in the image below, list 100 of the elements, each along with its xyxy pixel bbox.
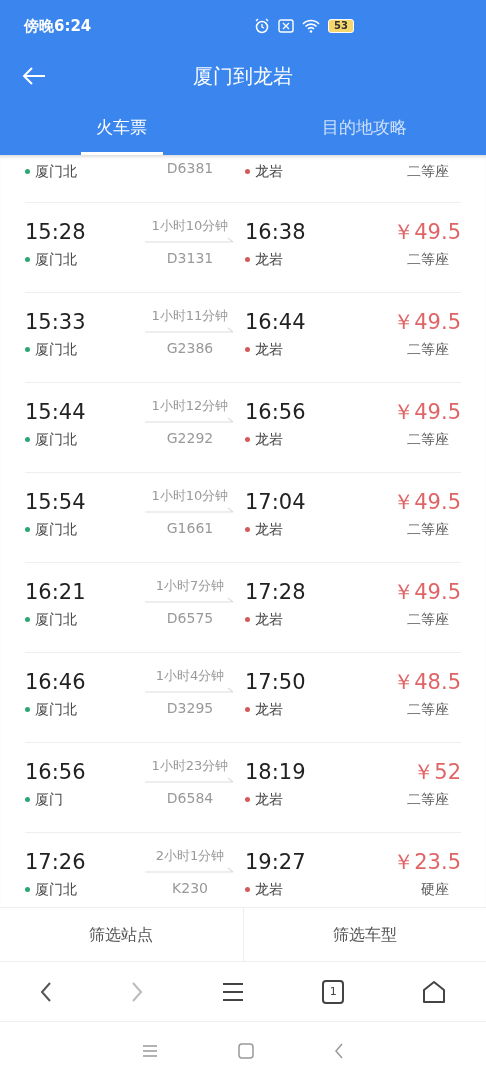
arrow-icon xyxy=(145,687,235,695)
ticket-price: ￥49.5 xyxy=(392,309,461,336)
train-number: D3131 xyxy=(165,249,215,267)
back-arrow-icon[interactable] xyxy=(22,66,46,86)
arrival-time: 17:04 xyxy=(245,489,307,516)
seat-class: 二等座 xyxy=(406,340,450,359)
home-square-icon[interactable] xyxy=(238,1043,254,1059)
arrival-station: 龙岩 xyxy=(255,340,283,359)
arrival-time: 16:56 xyxy=(245,399,307,426)
departure-station: 厦门北 xyxy=(35,340,77,359)
ticket-price: ￥49.5 xyxy=(392,399,461,426)
arrival-station: 龙岩 xyxy=(255,610,283,629)
train-row[interactable]: 厦门北 D6381 龙岩 二等座 xyxy=(25,155,461,203)
seat-class: 二等座 xyxy=(406,790,450,809)
train-number: D6584 xyxy=(165,789,215,807)
arrival-station: 龙岩 xyxy=(255,520,283,539)
arrow-icon xyxy=(145,777,235,785)
departure-station: 厦门北 xyxy=(35,880,77,899)
train-number: D6381 xyxy=(165,159,215,177)
arrow-icon xyxy=(145,417,235,425)
train-row[interactable]: 15:33 厦门北 1小时11分钟 G2386 16:44 龙岩 ￥49.5 二等座 xyxy=(25,293,461,383)
train-number: D3295 xyxy=(165,699,215,717)
train-row[interactable]: 16:21 厦门北 1小时7分钟 D6575 17:28 龙岩 ￥49.5 二等座 xyxy=(25,563,461,653)
seat-class: 二等座 xyxy=(406,430,450,449)
arrival-station: 龙岩 xyxy=(255,250,283,269)
departure-time: 16:46 xyxy=(25,669,87,696)
duration: 1小时4分钟 xyxy=(154,667,226,685)
arrow-icon xyxy=(145,867,235,875)
duration: 1小时23分钟 xyxy=(150,757,230,775)
arrow-icon xyxy=(145,597,235,605)
departure-time: 15:54 xyxy=(25,489,87,516)
seat-class: 二等座 xyxy=(406,700,450,719)
departure-station: 厦门北 xyxy=(35,162,77,181)
arrival-time: 18:19 xyxy=(245,759,307,786)
train-number: K230 xyxy=(171,879,209,897)
train-row[interactable]: 15:54 厦门北 1小时10分钟 G1661 17:04 龙岩 ￥49.5 二等座 xyxy=(25,473,461,563)
departure-station: 厦门 xyxy=(35,790,63,809)
wifi-icon xyxy=(302,19,321,33)
departure-dot xyxy=(25,346,30,352)
departure-dot xyxy=(25,256,30,262)
arrival-time: 16:38 xyxy=(245,219,307,246)
departure-time: 15:28 xyxy=(25,219,87,246)
arrival-station: 龙岩 xyxy=(255,880,283,899)
duration: 1小时7分钟 xyxy=(154,577,226,595)
tabs-count-button[interactable]: 1 xyxy=(322,979,345,1004)
arrival-dot xyxy=(245,526,250,532)
arrival-dot xyxy=(245,616,250,622)
ticket-price: ￥23.5 xyxy=(392,849,461,876)
train-row[interactable]: 16:56 厦门 1小时23分钟 D6584 18:19 龙岩 ￥52 二等座 xyxy=(25,743,461,833)
arrival-dot xyxy=(245,886,250,892)
duration: 1小时10分钟 xyxy=(150,487,230,505)
departure-dot xyxy=(25,526,30,532)
duration: 1小时12分钟 xyxy=(150,397,230,415)
departure-time: 15:33 xyxy=(25,309,87,336)
train-number: D6575 xyxy=(165,609,215,627)
arrival-station: 龙岩 xyxy=(255,700,283,719)
departure-dot xyxy=(25,436,30,442)
duration: 2小时1分钟 xyxy=(154,847,226,865)
arrival-time: 19:27 xyxy=(245,849,307,876)
arrow-icon xyxy=(145,237,235,245)
menu-icon[interactable] xyxy=(220,980,245,1003)
home-icon[interactable] xyxy=(421,978,448,1005)
train-row[interactable]: 16:46 厦门北 1小时4分钟 D3295 17:50 龙岩 ￥48.5 二等座 xyxy=(25,653,461,743)
battery-level: 53 xyxy=(328,19,354,33)
seat-class: 二等座 xyxy=(406,520,450,539)
ticket-price: ￥52 xyxy=(412,759,461,786)
train-row[interactable]: 17:26 厦门北 2小时1分钟 K230 19:27 龙岩 ￥23.5 硬座 xyxy=(25,833,461,907)
ticket-price: ￥49.5 xyxy=(392,219,461,246)
duration: 1小时10分钟 xyxy=(150,217,230,235)
departure-dot xyxy=(25,616,30,622)
departure-time: 15:44 xyxy=(25,399,87,426)
departure-station: 厦门北 xyxy=(35,520,77,539)
train-number: G2292 xyxy=(165,429,215,447)
departure-dot xyxy=(25,886,30,892)
seat-class: 二等座 xyxy=(406,162,450,181)
ticket-price: ￥49.5 xyxy=(392,579,461,606)
departure-time: 16:56 xyxy=(25,759,87,786)
seat-class: 二等座 xyxy=(406,610,450,629)
arrival-dot xyxy=(245,706,250,712)
train-number: G2386 xyxy=(165,339,215,357)
arrival-dot xyxy=(245,168,250,174)
departure-station: 厦门北 xyxy=(35,250,77,269)
departure-dot xyxy=(25,706,30,712)
status-time: 傍晚6:24 xyxy=(24,15,92,37)
arrival-station: 龙岩 xyxy=(255,430,283,449)
arrow-icon xyxy=(145,507,235,515)
arrival-station: 龙岩 xyxy=(255,162,283,181)
seat-class: 二等座 xyxy=(406,250,450,269)
arrival-dot xyxy=(245,796,250,802)
arrival-time: 17:28 xyxy=(245,579,307,606)
train-row[interactable]: 15:28 厦门北 1小时10分钟 D3131 16:38 龙岩 ￥49.5 二等座 xyxy=(25,203,461,293)
sim-card-icon xyxy=(278,19,295,33)
duration: 1小时11分钟 xyxy=(150,307,230,325)
departure-station: 厦门北 xyxy=(35,430,77,449)
page-title: 厦门到龙岩 xyxy=(193,63,293,90)
train-row[interactable]: 15:44 厦门北 1小时12分钟 G2292 16:56 龙岩 ￥49.5 二等座 xyxy=(25,383,461,473)
arrival-time: 17:50 xyxy=(245,669,307,696)
ticket-price: ￥49.5 xyxy=(392,489,461,516)
arrival-time: 16:44 xyxy=(245,309,307,336)
departure-station: 厦门北 xyxy=(35,610,77,629)
